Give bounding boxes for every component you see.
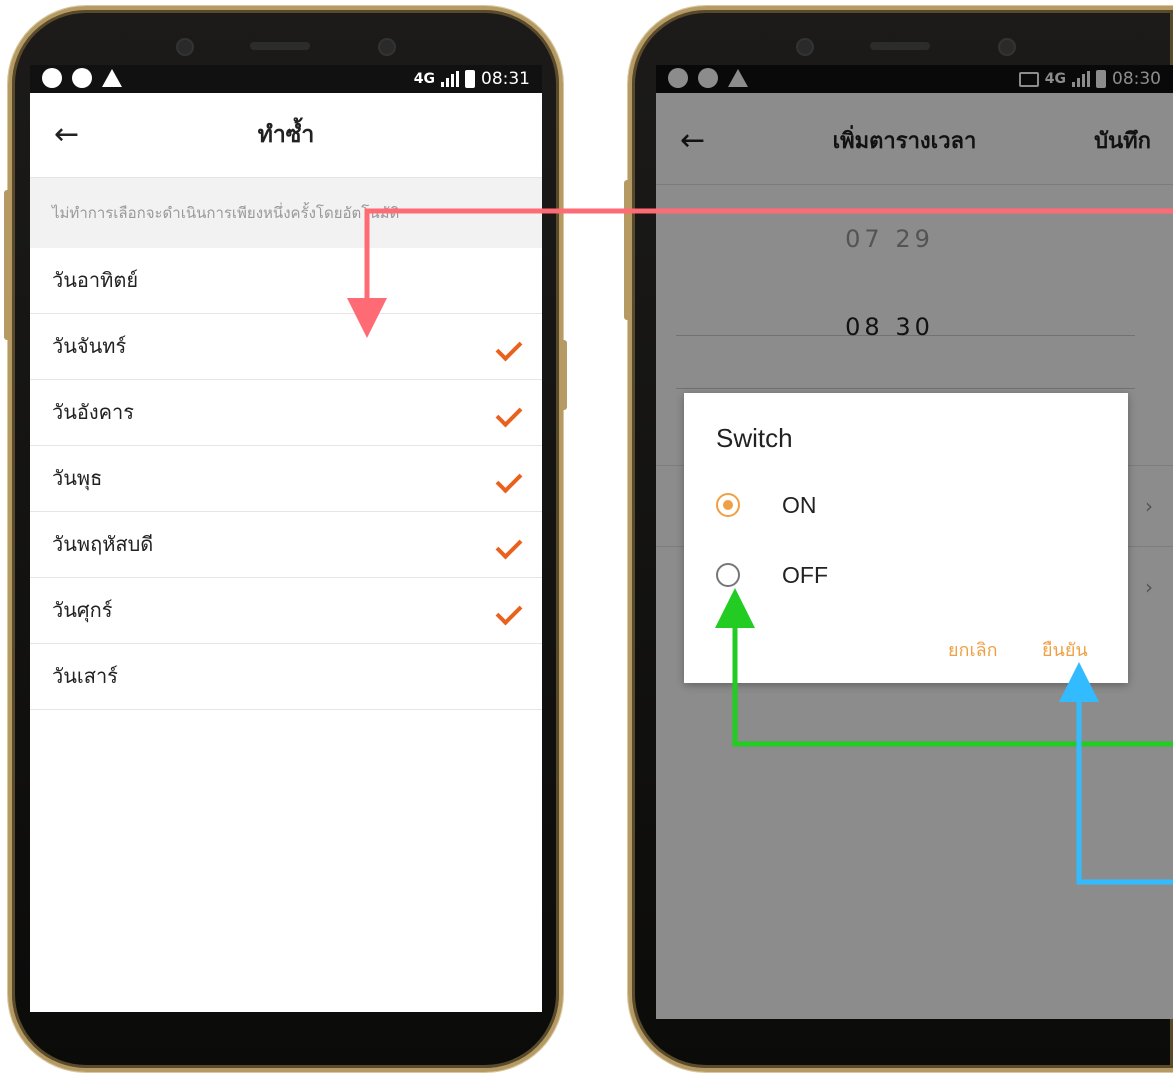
left-phone-side-button bbox=[4, 190, 11, 340]
day-list: วันอาทิตย์วันจันทร์วันอังคารวันพุธวันพฤห… bbox=[30, 248, 542, 710]
day-row[interactable]: วันจันทร์ bbox=[30, 314, 542, 380]
checkmark-icon bbox=[495, 400, 523, 428]
network-type: 4G bbox=[413, 71, 435, 87]
confirm-button[interactable]: ยืนยัน bbox=[1042, 635, 1088, 664]
option-label: OFF bbox=[782, 561, 828, 588]
day-row[interactable]: วันพฤหัสบดี bbox=[30, 512, 542, 578]
repeat-screen: 4G 08:31 ← ทำซ้ำ ไม่ทำการเลือกจะดำเนินกา… bbox=[30, 65, 542, 1012]
day-row[interactable]: วันพุธ bbox=[30, 446, 542, 512]
day-label: วันศุกร์ bbox=[52, 598, 113, 622]
page-title: ทำซ้ำ bbox=[257, 122, 315, 148]
repeat-hint: ไม่ทำการเลือกจะดำเนินการเพียงหนึ่งครั้งโ… bbox=[30, 178, 542, 248]
radio-unselected-icon[interactable] bbox=[716, 563, 740, 587]
right-phone-side-button bbox=[624, 180, 631, 320]
dialog-title: Switch bbox=[716, 423, 793, 453]
switch-dialog: Switch ON OFF ยกเลิก ยืนยัน bbox=[684, 393, 1128, 683]
option-off[interactable]: OFF bbox=[716, 555, 828, 595]
day-label: วันอังคาร bbox=[52, 400, 135, 424]
day-row[interactable]: วันอังคาร bbox=[30, 380, 542, 446]
checkmark-icon bbox=[495, 598, 523, 626]
left-phone-sensor bbox=[378, 38, 396, 56]
day-label: วันพฤหัสบดี bbox=[52, 532, 154, 556]
left-phone-power-button bbox=[560, 340, 567, 410]
option-on[interactable]: ON bbox=[716, 485, 817, 525]
right-phone-sensor bbox=[998, 38, 1016, 56]
signal-icon bbox=[441, 71, 459, 87]
checkmark-icon bbox=[495, 532, 523, 560]
option-label: ON bbox=[782, 491, 817, 518]
left-phone-speaker bbox=[250, 42, 310, 50]
day-row[interactable]: วันเสาร์ bbox=[30, 644, 542, 710]
day-row[interactable]: วันอาทิตย์ bbox=[30, 248, 542, 314]
app-bar: ← ทำซ้ำ bbox=[30, 93, 542, 178]
warning-icon bbox=[102, 69, 122, 87]
right-phone-speaker bbox=[870, 42, 930, 50]
camera-shutter-icon bbox=[42, 68, 62, 88]
line-app-icon bbox=[72, 68, 92, 88]
clock: 08:31 bbox=[481, 69, 530, 89]
day-label: วันอาทิตย์ bbox=[52, 268, 139, 292]
radio-selected-icon[interactable] bbox=[716, 493, 740, 517]
day-label: วันพุธ bbox=[52, 466, 103, 490]
left-phone-camera bbox=[176, 38, 194, 56]
status-bar: 4G 08:31 bbox=[30, 65, 542, 93]
checkmark-icon bbox=[495, 334, 523, 362]
checkmark-icon bbox=[495, 466, 523, 494]
day-row[interactable]: วันศุกร์ bbox=[30, 578, 542, 644]
day-label: วันเสาร์ bbox=[52, 664, 118, 688]
right-phone-camera bbox=[796, 38, 814, 56]
cancel-button[interactable]: ยกเลิก bbox=[948, 635, 998, 664]
battery-icon bbox=[465, 70, 475, 88]
day-label: วันจันทร์ bbox=[52, 334, 127, 358]
